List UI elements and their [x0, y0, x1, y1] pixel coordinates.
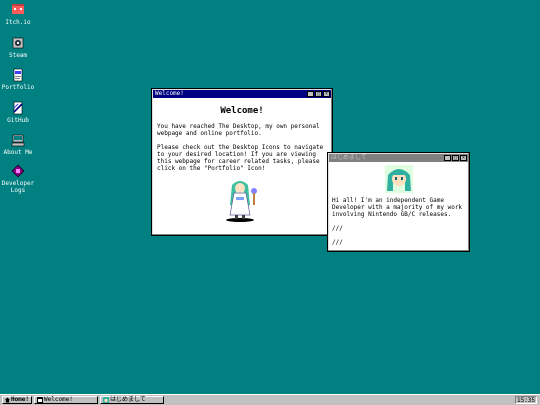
start-button-label: Home!	[10, 396, 29, 403]
welcome-window-titlebar[interactable]: Welcome! _ □ ×	[153, 90, 331, 98]
desktop-icon-github[interactable]: GitHub	[0, 101, 36, 124]
desktop-icon-label-line1: Developer	[1, 180, 35, 187]
minimize-button[interactable]: _	[444, 155, 451, 161]
window-icon	[37, 397, 43, 403]
window-title: はじめまして	[331, 154, 367, 161]
intro-window-titlebar[interactable]: はじめまして _ □ ×	[329, 154, 468, 162]
close-button[interactable]: ×	[323, 91, 330, 97]
github-icon	[13, 101, 23, 115]
intro-line-2: ///	[332, 225, 343, 232]
maximize-button[interactable]: □	[315, 91, 322, 97]
desktop-icon-label: About Me	[3, 149, 33, 156]
window-title: Welcome!	[155, 90, 184, 97]
close-button[interactable]: ×	[460, 155, 467, 161]
developer-logs-icon	[11, 164, 25, 178]
welcome-heading: Welcome!	[220, 106, 264, 116]
intro-window[interactable]: はじめまして _ □ × Hi all! I'm an independent …	[327, 152, 470, 252]
welcome-window[interactable]: Welcome! _ □ × Welcome! You have reached…	[151, 88, 333, 236]
intro-line-3: ///	[332, 239, 343, 246]
taskbar-item-welcome[interactable]: Welcome!	[34, 396, 98, 404]
taskbar-item-label: Welcome!	[44, 396, 73, 403]
taskbar-item-label: はじめまして	[110, 396, 146, 403]
desktop-icon-label: Steam	[8, 52, 28, 59]
desktop-icon-label: GitHub	[7, 117, 29, 124]
desktop-icon-label: Itch.io	[5, 19, 31, 26]
portfolio-icon	[13, 68, 23, 82]
avatar-icon	[103, 397, 109, 403]
avatar	[384, 165, 413, 193]
desktop-icon-itchio[interactable]: Itch.io	[0, 3, 36, 26]
desktop-icon-steam[interactable]: Steam	[0, 36, 36, 59]
desktop-icon-developer-logs[interactable]: Developer Logs	[0, 164, 36, 194]
desktop-icon-label: Portfolio	[1, 84, 35, 91]
about-me-icon	[11, 134, 25, 147]
desktop-icon-about-me[interactable]: About Me	[0, 133, 36, 156]
maximize-button[interactable]: □	[452, 155, 459, 161]
clock: 15:35	[515, 396, 537, 404]
desktop-icon-portfolio[interactable]: Portfolio	[0, 68, 36, 91]
taskbar-item-hajimemashite[interactable]: はじめまして	[100, 396, 164, 404]
welcome-paragraph-2: Please check out the Desktop Icons to na…	[157, 144, 324, 172]
desktop-icon-label-line2: Logs	[10, 187, 26, 194]
anime-character-sprite	[226, 181, 257, 222]
itchio-icon	[12, 4, 24, 14]
steam-icon	[12, 37, 24, 49]
welcome-paragraph-1: You have reached The Desktop, my own per…	[157, 123, 320, 137]
intro-text: Hi all! I'm an independent Game Develope…	[332, 197, 463, 218]
taskbar: Home! Welcome! はじめまして 15:35	[0, 394, 540, 405]
start-button[interactable]: Home!	[2, 396, 32, 404]
home-icon	[5, 397, 10, 403]
minimize-button[interactable]: _	[307, 91, 314, 97]
